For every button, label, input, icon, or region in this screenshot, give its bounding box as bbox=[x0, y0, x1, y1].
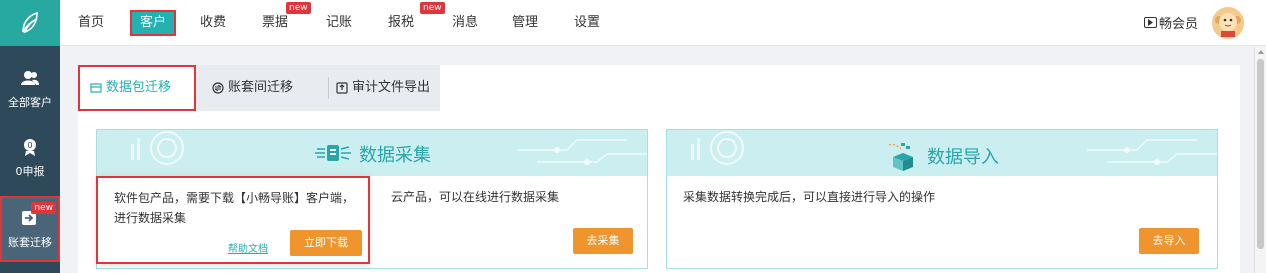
card-title: 数据导入 bbox=[881, 141, 999, 171]
feather-logo-icon bbox=[22, 11, 38, 34]
nav-tax[interactable]: 报税 new bbox=[388, 2, 445, 34]
users-icon bbox=[20, 68, 40, 88]
transfer-icon bbox=[212, 82, 224, 94]
play-icon bbox=[1143, 17, 1157, 28]
sidebar-item-label: 账套迁移 bbox=[8, 236, 52, 249]
new-badge: new bbox=[286, 2, 311, 14]
sidebar-item-zero-declare[interactable]: 0 0申报 bbox=[0, 127, 60, 189]
new-badge: new bbox=[31, 202, 56, 214]
nav-label: 报税 bbox=[388, 15, 415, 30]
collect-icon bbox=[315, 145, 351, 161]
zero-declare-icon: 0 bbox=[20, 137, 40, 157]
export-icon bbox=[336, 82, 348, 94]
package-icon bbox=[90, 83, 102, 93]
go-collect-button[interactable]: 去采集 bbox=[573, 228, 633, 254]
sidebar-item-label: 全部客户 bbox=[8, 96, 52, 109]
tab-bar: 数据包迁移 账套间迁移 审计文件导出 bbox=[78, 65, 440, 111]
nav-fees[interactable]: 收费 bbox=[200, 12, 226, 34]
go-import-button[interactable]: 去导入 bbox=[1139, 228, 1199, 254]
nav-bookkeeping[interactable]: 记账 bbox=[326, 12, 352, 34]
download-prompt: 软件包产品，需要下载【小畅导账】客户端，进行数据采集 帮助文档 立即下载 bbox=[96, 176, 370, 264]
avatar[interactable] bbox=[1212, 7, 1244, 39]
tab-account-migrate[interactable]: 账套间迁移 bbox=[212, 65, 293, 111]
card-data-import: 数据导入 采集数据转换完成后，可以直接进行导入的操作 去导入 bbox=[666, 129, 1218, 269]
app-logo[interactable] bbox=[0, 0, 60, 46]
help-doc-link[interactable]: 帮助文档 bbox=[228, 240, 268, 255]
sidebar-item-migrate[interactable]: new 账套迁移 bbox=[0, 196, 60, 262]
top-nav: 首页 客户 收费 票据 new 记账 报税 new 消息 管理 设置 畅会员 bbox=[60, 0, 1266, 46]
import-box-icon bbox=[888, 143, 913, 171]
card-header: 数据导入 bbox=[667, 130, 1217, 176]
card-title-text: 数据采集 bbox=[359, 145, 431, 166]
new-badge: new bbox=[420, 2, 445, 14]
download-now-button[interactable]: 立即下载 bbox=[290, 230, 362, 256]
vertical-scrollbar[interactable] bbox=[1254, 47, 1266, 273]
card-title: 数据采集 bbox=[315, 141, 431, 167]
tab-label: 审计文件导出 bbox=[352, 80, 431, 95]
card-title-text: 数据导入 bbox=[927, 147, 999, 168]
sidebar-item-label: 0申报 bbox=[15, 165, 45, 178]
download-prompt-text: 软件包产品，需要下载【小畅导账】客户端，进行数据采集 bbox=[114, 191, 355, 225]
nav-customer[interactable]: 客户 bbox=[129, 10, 177, 36]
nav-manage[interactable]: 管理 bbox=[512, 12, 538, 34]
nav-messages[interactable]: 消息 bbox=[452, 12, 478, 34]
nav-invoices[interactable]: 票据 new bbox=[262, 2, 311, 34]
tab-package-migrate[interactable]: 数据包迁移 bbox=[78, 65, 196, 111]
svg-text:0: 0 bbox=[27, 141, 32, 150]
tab-label: 数据包迁移 bbox=[106, 80, 172, 95]
card-header: 数据采集 bbox=[97, 130, 647, 176]
scroll-up-arrow-icon[interactable] bbox=[1258, 50, 1264, 54]
member-link[interactable]: 畅会员 bbox=[1143, 13, 1198, 32]
monkey-avatar-icon bbox=[1212, 7, 1244, 39]
tab-audit-export[interactable]: 审计文件导出 bbox=[336, 65, 430, 111]
sidebar-item-all-customers[interactable]: 全部客户 bbox=[0, 58, 60, 120]
tab-label: 账套间迁移 bbox=[228, 80, 294, 95]
nav-home[interactable]: 首页 bbox=[78, 12, 104, 34]
sidebar: 全部客户 0 0申报 new 账套迁移 bbox=[0, 0, 60, 273]
member-label: 畅会员 bbox=[1158, 17, 1198, 32]
tab-divider bbox=[328, 77, 329, 99]
scroll-thumb[interactable] bbox=[1257, 59, 1264, 249]
card-description: 采集数据转换完成后，可以直接进行导入的操作 bbox=[683, 190, 936, 204]
nav-settings[interactable]: 设置 bbox=[574, 12, 600, 34]
nav-label: 票据 bbox=[262, 15, 289, 30]
card-description: 云产品，可以在线进行数据采集 bbox=[391, 190, 560, 204]
